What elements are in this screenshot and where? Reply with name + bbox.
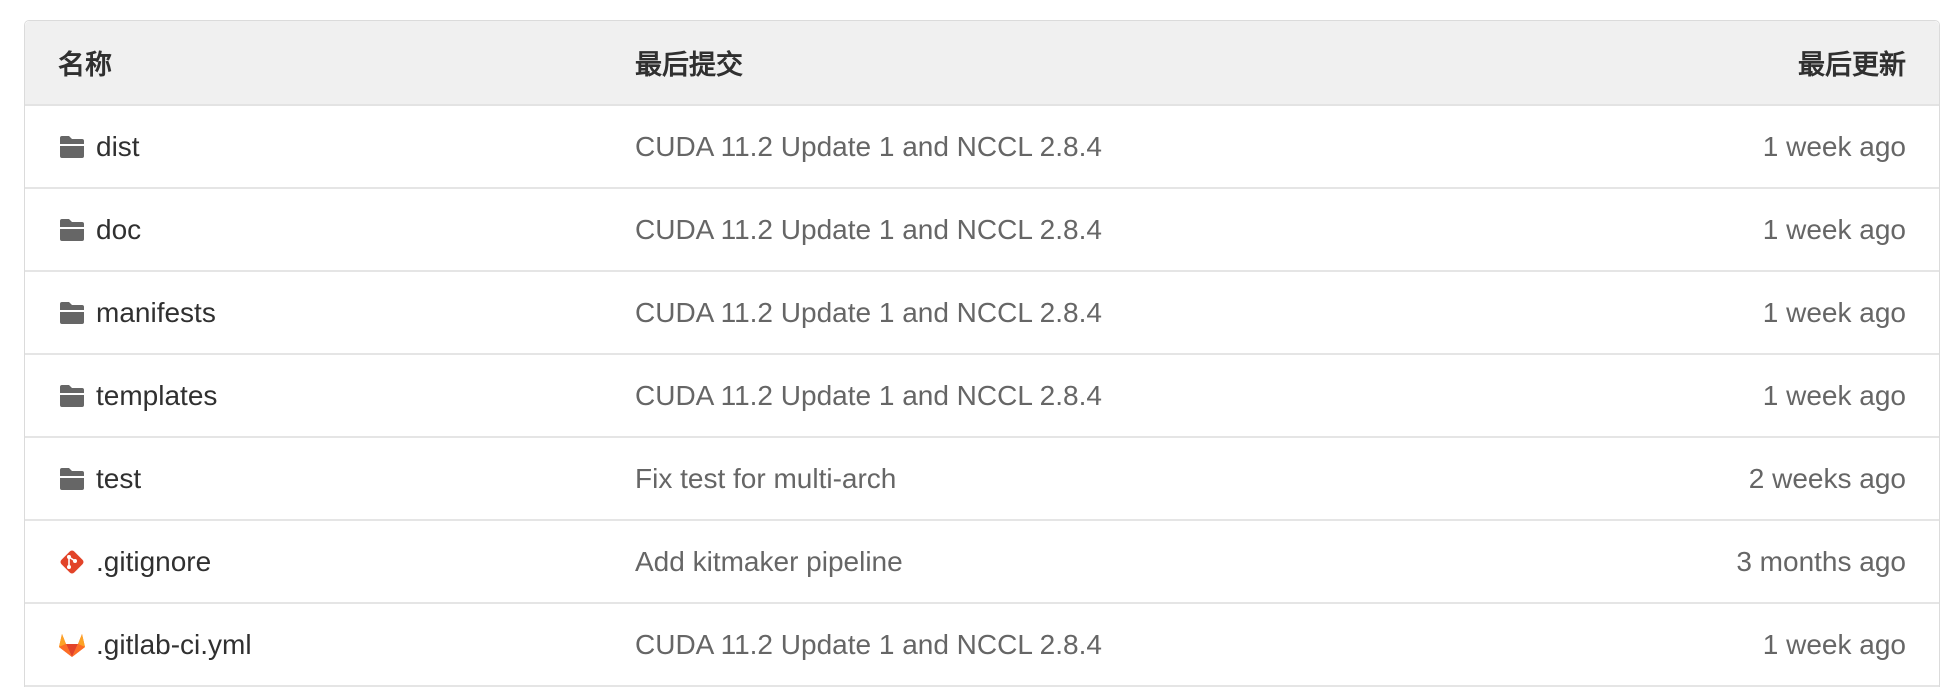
header-name: 名称: [58, 50, 112, 80]
header-last-update: 最后更新: [1798, 50, 1906, 80]
commit-message-link[interactable]: CUDA 11.2 Update 1 and NCCL 2.8.4: [635, 380, 1102, 412]
table-row[interactable]: .gitignore Add kitmaker pipeline 3 month…: [25, 521, 1939, 604]
file-name-link[interactable]: .gitignore: [96, 546, 211, 578]
file-name-link[interactable]: manifests: [96, 297, 216, 329]
updated-time: 2 weeks ago: [1748, 462, 1906, 494]
commit-message-link[interactable]: CUDA 11.2 Update 1 and NCCL 2.8.4: [635, 629, 1102, 661]
gitlab-icon: [58, 631, 86, 659]
folder-icon: [58, 465, 86, 493]
commit-message-link[interactable]: Fix test for multi-arch: [635, 463, 896, 495]
commit-message-link[interactable]: Add kitmaker pipeline: [635, 546, 903, 578]
folder-icon: [58, 299, 86, 327]
file-name-link[interactable]: doc: [96, 214, 141, 246]
file-name-link[interactable]: dist: [96, 131, 140, 163]
folder-icon: [58, 133, 86, 161]
file-name-link[interactable]: templates: [96, 380, 217, 412]
table-row[interactable]: manifests CUDA 11.2 Update 1 and NCCL 2.…: [25, 272, 1939, 355]
updated-time: 1 week ago: [1762, 628, 1906, 660]
commit-message-link[interactable]: CUDA 11.2 Update 1 and NCCL 2.8.4: [635, 214, 1102, 246]
folder-icon: [58, 216, 86, 244]
git-file-icon: [58, 548, 86, 576]
updated-time: 1 week ago: [1762, 296, 1906, 328]
header-last-commit: 最后提交: [635, 50, 743, 80]
table-row[interactable]: templates CUDA 11.2 Update 1 and NCCL 2.…: [25, 355, 1939, 438]
updated-time: 1 week ago: [1762, 213, 1906, 245]
commit-message-link[interactable]: CUDA 11.2 Update 1 and NCCL 2.8.4: [635, 131, 1102, 163]
updated-time: 3 months ago: [1736, 545, 1906, 577]
table-header: 名称 最后提交 最后更新: [25, 21, 1939, 106]
updated-time: 1 week ago: [1762, 379, 1906, 411]
commit-message-link[interactable]: CUDA 11.2 Update 1 and NCCL 2.8.4: [635, 297, 1102, 329]
table-row[interactable]: test Fix test for multi-arch 2 weeks ago: [25, 438, 1939, 521]
table-row[interactable]: .gitlab-ci.yml CUDA 11.2 Update 1 and NC…: [25, 604, 1939, 687]
file-tree-table: 名称 最后提交 最后更新 dist CUDA 11.2 Update 1 and…: [24, 20, 1940, 687]
file-name-link[interactable]: test: [96, 463, 141, 495]
updated-time: 1 week ago: [1762, 130, 1906, 162]
table-row[interactable]: doc CUDA 11.2 Update 1 and NCCL 2.8.4 1 …: [25, 189, 1939, 272]
folder-icon: [58, 382, 86, 410]
file-name-link[interactable]: .gitlab-ci.yml: [96, 629, 252, 661]
table-row[interactable]: dist CUDA 11.2 Update 1 and NCCL 2.8.4 1…: [25, 106, 1939, 189]
